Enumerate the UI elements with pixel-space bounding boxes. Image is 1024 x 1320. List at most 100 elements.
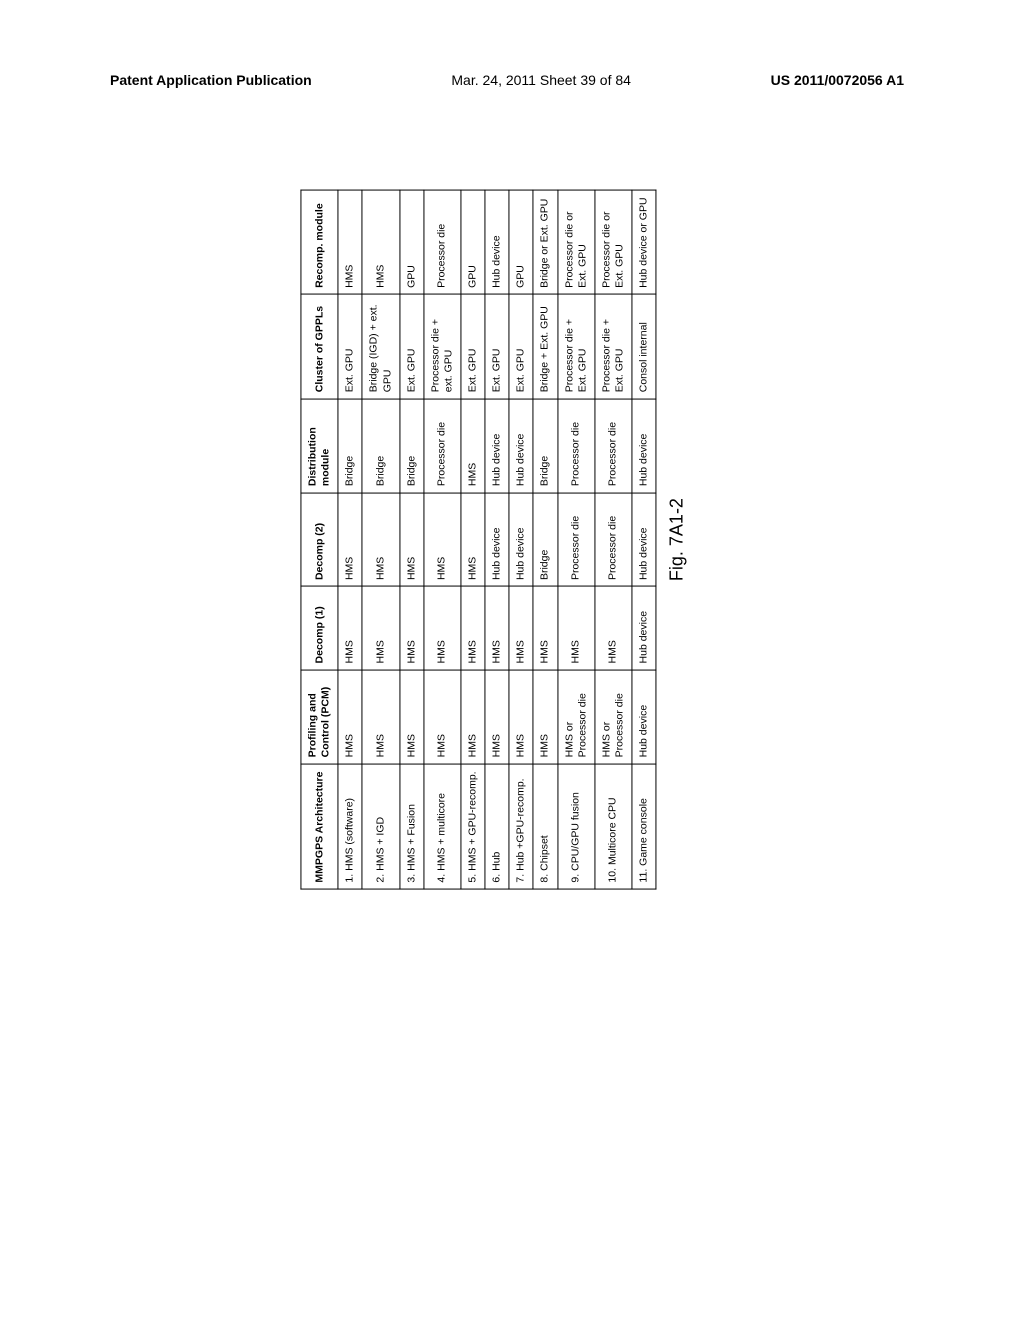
cell-gppl: Processor die + ext. GPU (424, 295, 461, 399)
cell-d2: Bridge (533, 493, 557, 587)
cell-dist: Hub device (632, 399, 656, 493)
table-row: 7. Hub +GPU-recomp.HMSHMSHub deviceHub d… (509, 191, 533, 890)
table-row: 1. HMS (software)HMSHMSHMSBridgeExt. GPU… (338, 191, 362, 890)
cell-pcm: HMS (362, 670, 399, 764)
figure-area: MMPGPS Architecture Profiling and Contro… (110, 170, 878, 910)
cell-pcm: HMS (424, 670, 461, 764)
cell-rec: GPU (400, 191, 424, 295)
cell-arch: 1. HMS (software) (338, 764, 362, 889)
cell-d1: HMS (400, 587, 424, 670)
cell-dist: Processor die (557, 399, 594, 493)
cell-rec: Processor die (424, 191, 461, 295)
th-gppl: Cluster of GPPLs (301, 295, 338, 399)
cell-dist: Bridge (338, 399, 362, 493)
cell-gppl: Bridge (IGD) + ext. GPU (362, 295, 399, 399)
table-row: 6. HubHMSHMSHub deviceHub deviceExt. GPU… (485, 191, 509, 890)
cell-dist: Bridge (362, 399, 399, 493)
cell-gppl: Ext. GPU (509, 295, 533, 399)
cell-d2: Processor die (557, 493, 594, 587)
cell-d1: HMS (509, 587, 533, 670)
cell-d1: HMS (424, 587, 461, 670)
cell-d1: HMS (557, 587, 594, 670)
cell-d1: HMS (595, 587, 632, 670)
th-distribution: Distribution module (301, 399, 338, 493)
th-architecture: MMPGPS Architecture (301, 764, 338, 889)
table-row: 10. Multicore CPUHMS or Processor dieHMS… (595, 191, 632, 890)
cell-d2: HMS (362, 493, 399, 587)
cell-arch: 11. Game console (632, 764, 656, 889)
cell-arch: 4. HMS + multicore (424, 764, 461, 889)
cell-gppl: Ext. GPU (338, 295, 362, 399)
cell-arch: 6. Hub (485, 764, 509, 889)
cell-d2: Processor die (595, 493, 632, 587)
cell-d1: HMS (362, 587, 399, 670)
cell-pcm: HMS (461, 670, 485, 764)
table-row: 3. HMS + FusionHMSHMSHMSBridgeExt. GPUGP… (400, 191, 424, 890)
table-body: 1. HMS (software)HMSHMSHMSBridgeExt. GPU… (338, 191, 656, 890)
cell-gppl: Processor die + Ext. GPU (557, 295, 594, 399)
cell-gppl: Ext. GPU (461, 295, 485, 399)
cell-d2: HMS (338, 493, 362, 587)
cell-arch: 9. CPU/GPU fusion (557, 764, 594, 889)
architecture-table: MMPGPS Architecture Profiling and Contro… (300, 190, 656, 890)
cell-rec: HMS (338, 191, 362, 295)
cell-dist: Hub device (509, 399, 533, 493)
publication-number: US 2011/0072056 A1 (771, 72, 904, 88)
cell-d1: HMS (533, 587, 557, 670)
cell-dist: Processor die (424, 399, 461, 493)
cell-dist: Bridge (400, 399, 424, 493)
cell-dist: Bridge (533, 399, 557, 493)
cell-d1: Hub device (632, 587, 656, 670)
cell-pcm: HMS (400, 670, 424, 764)
cell-gppl: Ext. GPU (400, 295, 424, 399)
cell-d2: Hub device (632, 493, 656, 587)
cell-arch: 7. Hub +GPU-recomp. (509, 764, 533, 889)
th-pcm: Profiling and Control (PCM) (301, 670, 338, 764)
table-row: 5. HMS + GPU-recomp.HMSHMSHMSHMSExt. GPU… (461, 191, 485, 890)
cell-gppl: Consol internal (632, 295, 656, 399)
cell-d1: HMS (461, 587, 485, 670)
cell-gppl: Ext. GPU (485, 295, 509, 399)
cell-pcm: HMS (533, 670, 557, 764)
table-row: 8. ChipsetHMSHMSBridgeBridgeBridge + Ext… (533, 191, 557, 890)
cell-rec: Processor die or Ext. GPU (595, 191, 632, 295)
cell-pcm: HMS (509, 670, 533, 764)
cell-d2: Hub device (509, 493, 533, 587)
table-row: 4. HMS + multicoreHMSHMSHMSProcessor die… (424, 191, 461, 890)
cell-rec: GPU (461, 191, 485, 295)
th-recomp: Recomp. module (301, 191, 338, 295)
cell-arch: 10. Multicore CPU (595, 764, 632, 889)
cell-pcm: HMS or Processor die (557, 670, 594, 764)
rotated-content: MMPGPS Architecture Profiling and Contro… (300, 190, 687, 890)
cell-rec: Hub device or GPU (632, 191, 656, 295)
cell-d1: HMS (485, 587, 509, 670)
table-row: 11. Game consoleHub deviceHub deviceHub … (632, 191, 656, 890)
th-decomp1: Decomp (1) (301, 587, 338, 670)
page-header: Patent Application Publication Mar. 24, … (0, 72, 1024, 88)
cell-rec: Bridge or Ext. GPU (533, 191, 557, 295)
cell-rec: Processor die or Ext. GPU (557, 191, 594, 295)
table-row: 2. HMS + IGDHMSHMSHMSBridgeBridge (IGD) … (362, 191, 399, 890)
cell-rec: Hub device (485, 191, 509, 295)
cell-rec: GPU (509, 191, 533, 295)
figure-caption: Fig. 7A1-2 (667, 190, 688, 890)
cell-pcm: HMS (338, 670, 362, 764)
table-row: 9. CPU/GPU fusionHMS or Processor dieHMS… (557, 191, 594, 890)
cell-dist: Hub device (485, 399, 509, 493)
cell-d1: HMS (338, 587, 362, 670)
cell-pcm: HMS (485, 670, 509, 764)
cell-pcm: Hub device (632, 670, 656, 764)
sheet-label: Mar. 24, 2011 Sheet 39 of 84 (451, 72, 631, 88)
cell-d2: HMS (461, 493, 485, 587)
cell-dist: HMS (461, 399, 485, 493)
cell-arch: 5. HMS + GPU-recomp. (461, 764, 485, 889)
publication-label: Patent Application Publication (110, 72, 312, 88)
cell-arch: 2. HMS + IGD (362, 764, 399, 889)
cell-d2: HMS (400, 493, 424, 587)
cell-arch: 8. Chipset (533, 764, 557, 889)
cell-gppl: Processor die + Ext. GPU (595, 295, 632, 399)
cell-arch: 3. HMS + Fusion (400, 764, 424, 889)
cell-d2: Hub device (485, 493, 509, 587)
cell-d2: HMS (424, 493, 461, 587)
cell-gppl: Bridge + Ext. GPU (533, 295, 557, 399)
